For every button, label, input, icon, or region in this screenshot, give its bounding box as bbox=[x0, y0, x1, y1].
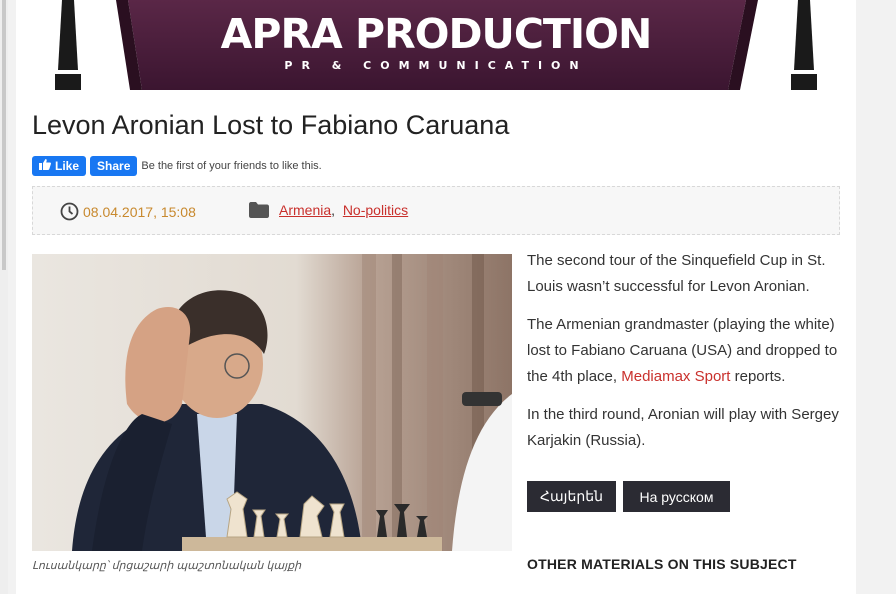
armenian-version-button[interactable]: Հայերեն bbox=[527, 481, 616, 512]
language-switcher: Հայերեն На русском bbox=[527, 481, 737, 512]
clock-icon bbox=[60, 202, 79, 221]
publish-date-text: 08.04.2017, 15:08 bbox=[83, 203, 196, 220]
article-photo[interactable] bbox=[32, 254, 512, 551]
header-banner[interactable]: APRA PRODUCTION PR & COMMUNICATION bbox=[16, 0, 856, 90]
chess-player-photo bbox=[32, 254, 512, 551]
folder-icon bbox=[249, 202, 269, 218]
banner-tagline: PR & COMMUNICATION bbox=[284, 59, 588, 72]
facebook-share-button[interactable]: Share bbox=[90, 156, 138, 176]
article-title: Levon Aronian Lost to Fabiano Caruana bbox=[32, 110, 510, 140]
paragraph-2-text-end: reports. bbox=[730, 368, 786, 385]
article-paragraph-2: The Armenian grandmaster (playing the wh… bbox=[527, 312, 847, 390]
publish-date: 08.04.2017, 15:08 bbox=[60, 202, 196, 221]
article-paragraph-1: The second tour of the Sinquefield Cup i… bbox=[527, 252, 826, 295]
category-link-no-politics[interactable]: No-politics bbox=[343, 202, 408, 218]
article-meta-bar: 08.04.2017, 15:08 Armenia , No-politics bbox=[32, 186, 840, 235]
category-link-armenia[interactable]: Armenia bbox=[279, 202, 331, 218]
related-materials-heading: OTHER MATERIALS ON THIS SUBJECT bbox=[527, 556, 797, 572]
photo-caption: Լուսանկարը՝ մրցաշարի պաշտոնական կայքի bbox=[32, 560, 302, 572]
facebook-share-label: Share bbox=[97, 159, 131, 173]
page-scrollbar[interactable] bbox=[0, 0, 8, 594]
page-scrollbar-thumb[interactable] bbox=[2, 0, 6, 270]
facebook-like-label: Like bbox=[55, 159, 80, 173]
facebook-like-button[interactable]: Like bbox=[32, 156, 87, 176]
russian-version-button[interactable]: На русском bbox=[623, 481, 730, 512]
category-list: Armenia , No-politics bbox=[249, 202, 408, 218]
category-separator: , bbox=[331, 202, 336, 218]
article-paragraph-3: In the third round, Aronian will play wi… bbox=[527, 406, 839, 449]
facebook-social-text: Be the first of your friends to like thi… bbox=[141, 160, 322, 172]
source-link-mediamax[interactable]: Mediamax Sport bbox=[621, 368, 730, 385]
banner-logo-text: APRA PRODUCTION bbox=[220, 10, 653, 58]
facebook-widget: Like Share Be the first of your friends … bbox=[32, 156, 322, 176]
thumbs-up-icon bbox=[39, 159, 51, 173]
article-body: The second tour of the Sinquefield Cup i… bbox=[527, 248, 847, 466]
